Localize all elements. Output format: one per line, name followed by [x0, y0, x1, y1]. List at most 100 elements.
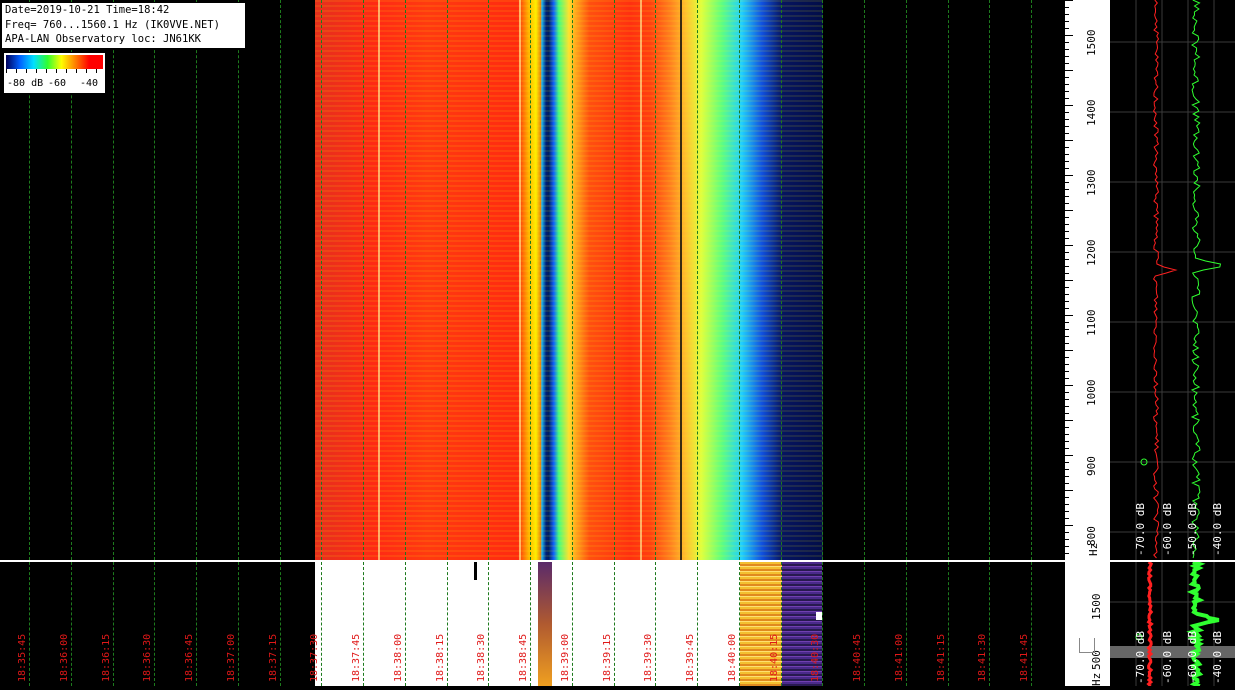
axis-ruler-tick [1065, 14, 1069, 15]
time-gridline [822, 0, 823, 560]
spectrum-panel-lower: -70.0 dB -60.0 dB -60.0 dB -40.0 dB [1110, 560, 1235, 688]
axis-ruler-tick [1065, 28, 1069, 29]
time-gridline [447, 0, 448, 560]
lower-db-label-red-right: -60.0 dB [1161, 631, 1174, 684]
axis-ruler-tick [1065, 462, 1069, 463]
time-gridline [196, 562, 197, 686]
axis-ruler-tick [1065, 105, 1073, 106]
time-label: 18:37:15 [268, 633, 279, 682]
axis-ruler-tick [1065, 469, 1069, 470]
axis-ruler-tick [1065, 42, 1069, 43]
axis-ruler-tick [1065, 434, 1069, 435]
time-label: 18:38:30 [476, 633, 487, 682]
axis-ruler-tick [1065, 322, 1069, 323]
db-label-green-right: -40.0 dB [1211, 503, 1224, 556]
axis-ruler-tick [1065, 91, 1069, 92]
axis-ruler-tick [1065, 49, 1069, 50]
time-label: 18:35:45 [17, 633, 28, 682]
axis-ruler-tick [1065, 427, 1069, 428]
time-gridline [989, 562, 990, 686]
frequency-tick-label: 1300 [1085, 169, 1098, 197]
axis-ruler-tick [1065, 553, 1069, 554]
time-gridline [321, 0, 322, 560]
axis-ruler-tick [1065, 245, 1073, 246]
axis-ruler-tick [1065, 189, 1069, 190]
axis-ruler-tick [1065, 378, 1069, 379]
time-label: 18:40:00 [727, 633, 738, 682]
waterfall-plot: Date=2019-10-21 Time=18:42 Freq= 760...1… [0, 0, 1065, 560]
time-gridline [113, 0, 114, 560]
axis-ruler-tick [1065, 308, 1069, 309]
db-label-red-left: -70.0 dB [1134, 503, 1147, 556]
time-label: 18:36:45 [184, 633, 195, 682]
axis-ruler-tick [1065, 399, 1069, 400]
signal-waterfall [315, 0, 823, 560]
time-gridline [655, 562, 656, 686]
time-gridline [196, 0, 197, 560]
axis-bracket-icon [1079, 638, 1095, 653]
axis-ruler-tick [1065, 154, 1069, 155]
frequency-axis: 1500 1400 1300 1200 1100 1000 900 800 Hz [1065, 0, 1110, 560]
axis-ruler-tick [1065, 224, 1069, 225]
axis-ruler-tick [1065, 119, 1069, 120]
time-label: 18:38:45 [518, 633, 529, 682]
axis-ruler-tick [1065, 238, 1069, 239]
time-gridline [71, 562, 72, 686]
time-gridline [948, 0, 949, 560]
time-gridline [572, 562, 573, 686]
axis-ruler-tick [1065, 196, 1069, 197]
axis-ruler-tick [1065, 77, 1069, 78]
axis-ruler-tick [1065, 490, 1073, 491]
lower-tick-high: 1500 [1090, 593, 1103, 621]
time-gridline [363, 0, 364, 560]
carrier-line [378, 0, 380, 560]
time-label: 18:40:15 [769, 633, 780, 682]
time-gridline [154, 0, 155, 560]
axis-ruler-tick [1065, 133, 1069, 134]
time-gridline [739, 562, 740, 686]
time-gridline [697, 0, 698, 560]
axis-ruler-tick [1065, 532, 1069, 533]
time-gridline [572, 0, 573, 560]
time-label: 18:41:00 [894, 633, 905, 682]
time-label: 18:38:00 [393, 633, 404, 682]
time-gridline [280, 0, 281, 560]
timeline-marker [474, 562, 477, 580]
axis-ruler-tick [1065, 518, 1069, 519]
axis-ruler-tick [1065, 525, 1073, 526]
time-label: 18:38:15 [435, 633, 446, 682]
frequency-unit: Hz [1087, 542, 1100, 556]
frequency-tick-label: 900 [1085, 456, 1098, 476]
axis-ruler-tick [1065, 0, 1073, 1]
time-gridline [822, 562, 823, 686]
spectrum-panel: -70.0 dB -60.0 dB -50.0 dB -40.0 dB [1110, 0, 1235, 560]
color-scale-ticks [6, 69, 103, 73]
axis-ruler-tick [1065, 546, 1069, 547]
frequency-tick-label: 1000 [1085, 379, 1098, 407]
time-gridline [29, 562, 30, 686]
time-gridline [321, 562, 322, 686]
info-observatory: APA-LAN Observatory loc: JN61KK [5, 33, 201, 45]
axis-ruler-tick [1065, 56, 1069, 57]
frequency-tick-label: 1100 [1085, 309, 1098, 337]
time-gridline [154, 562, 155, 686]
axis-ruler-tick [1065, 497, 1069, 498]
time-label: 18:36:15 [101, 633, 112, 682]
time-gridline [405, 562, 406, 686]
time-label: 18:39:45 [685, 633, 696, 682]
axis-ruler-tick [1065, 504, 1069, 505]
time-gridline [238, 0, 239, 560]
time-gridline [989, 0, 990, 560]
carrier-line [519, 0, 521, 560]
spectrum-grid [1110, 0, 1235, 560]
spectrum-trace-red [1152, 0, 1178, 559]
time-gridline [1031, 0, 1032, 560]
axis-ruler-tick [1065, 294, 1069, 295]
axis-ruler-tick [1065, 336, 1069, 337]
axis-ruler-tick [1065, 273, 1069, 274]
axis-ruler-tick [1065, 413, 1069, 414]
spectrum-trace-red-lower [1146, 560, 1154, 688]
axis-ruler-tick [1065, 441, 1069, 442]
time-gridline [614, 562, 615, 686]
time-gridline [530, 562, 531, 686]
